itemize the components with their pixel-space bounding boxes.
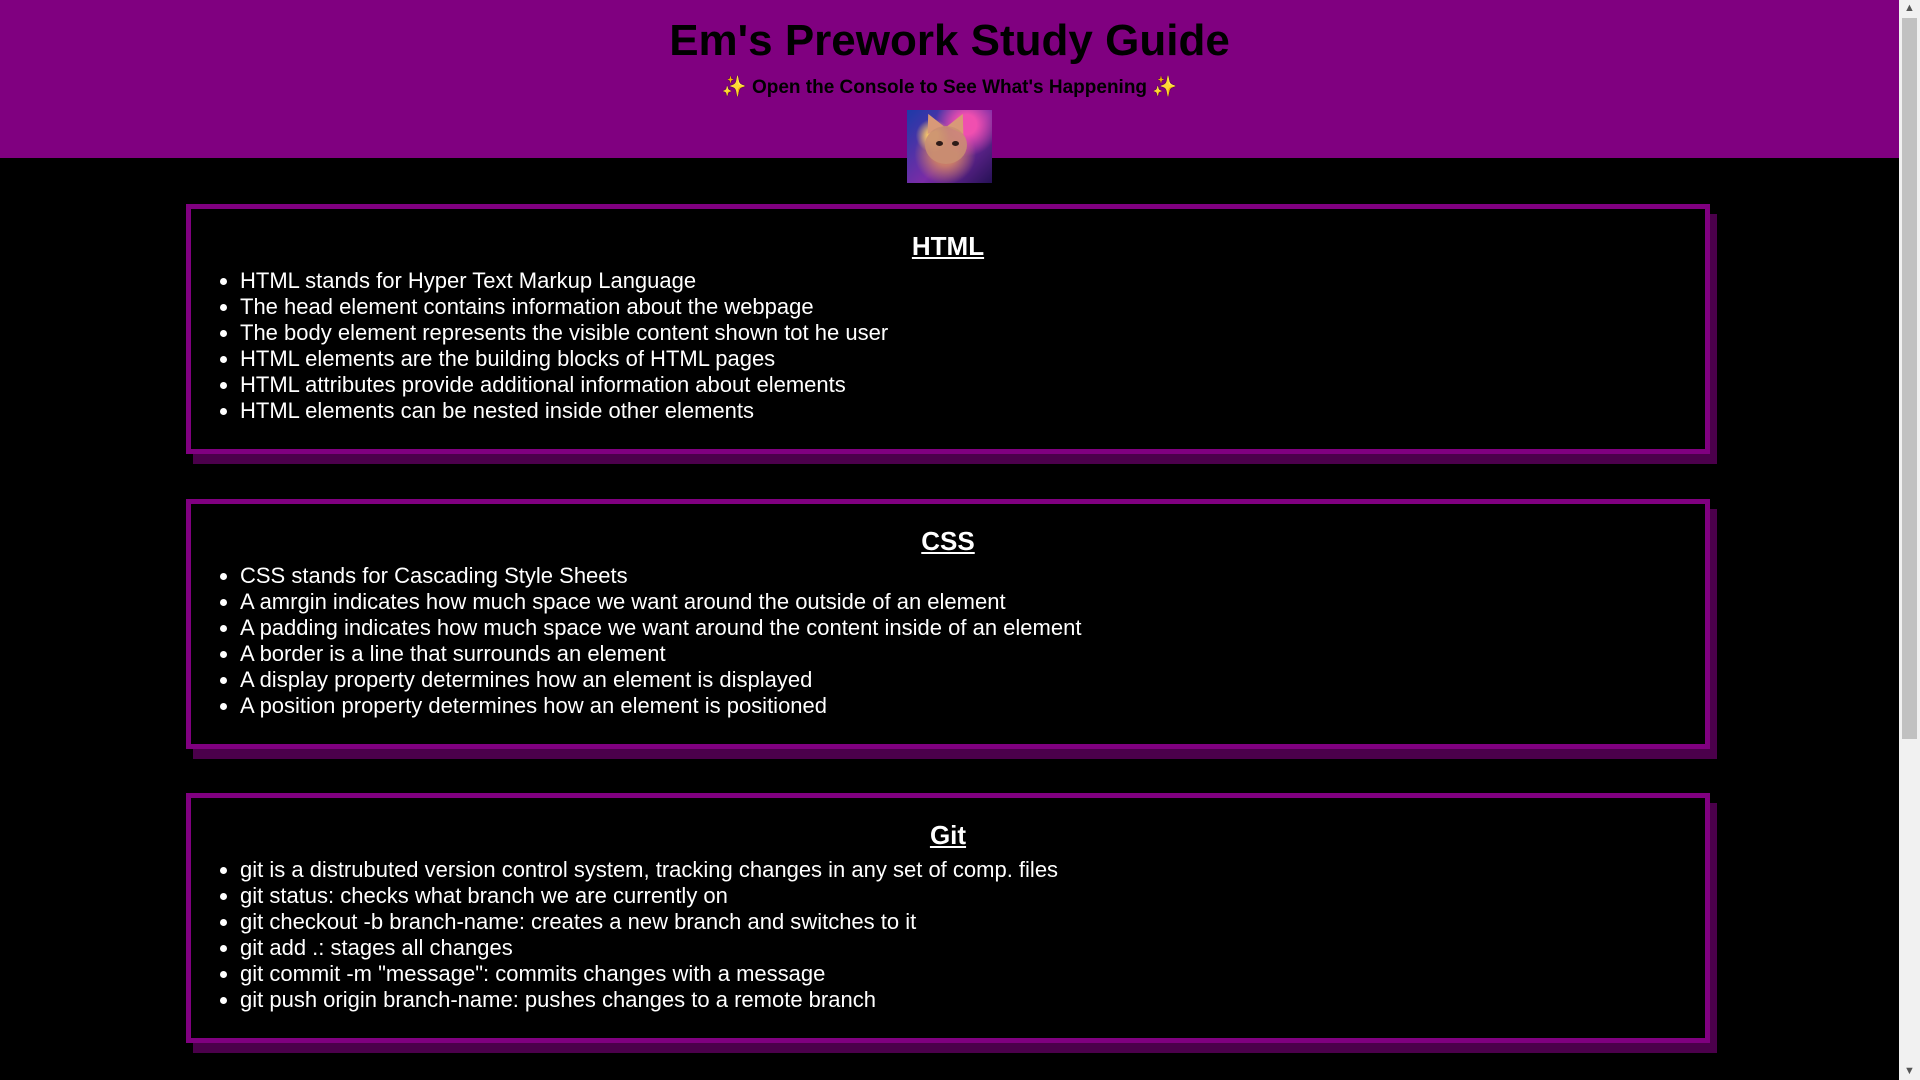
sparkles-icon: ✨ <box>721 76 747 98</box>
page-header: Em's Prework Study Guide ✨ Open the Cons… <box>0 0 1899 183</box>
console-hint: ✨ Open the Console to See What's Happeni… <box>0 75 1899 100</box>
section-title-git: Git <box>929 820 967 850</box>
section-title-css: CSS <box>921 526 975 556</box>
list-item: HTML attributes provide additional infor… <box>240 372 1705 398</box>
git-notes-list: git is a distrubuted version control sys… <box>191 857 1705 1013</box>
cat-image <box>907 110 992 183</box>
list-item: git is a distrubuted version control sys… <box>240 857 1705 883</box>
scroll-up-icon[interactable]: ▲ <box>1899 0 1920 17</box>
sparkles-icon: ✨ <box>1152 76 1178 98</box>
list-item: HTML elements can be nested inside other… <box>240 398 1705 424</box>
list-item: A amrgin indicates how much space we wan… <box>240 589 1705 615</box>
list-item: The body element represents the visible … <box>240 320 1705 346</box>
cat-face <box>925 126 967 164</box>
css-section: CSS CSS stands for Cascading Style Sheet… <box>186 499 1710 749</box>
list-item: git add .: stages all changes <box>240 935 1705 961</box>
list-item: git commit -m "message": commits changes… <box>240 961 1705 987</box>
cat-eye-left <box>936 141 943 146</box>
list-item: A display property determines how an ele… <box>240 667 1705 693</box>
list-item: A position property determines how an el… <box>240 693 1705 719</box>
list-item: CSS stands for Cascading Style Sheets <box>240 563 1705 589</box>
list-item: A border is a line that surrounds an ele… <box>240 641 1705 667</box>
list-item: git push origin branch-name: pushes chan… <box>240 987 1705 1013</box>
console-hint-text: Open the Console to See What's Happening <box>751 77 1148 98</box>
list-item: HTML elements are the building blocks of… <box>240 346 1705 372</box>
list-item: The head element contains information ab… <box>240 294 1705 320</box>
scrollbar-thumb[interactable] <box>1902 18 1917 739</box>
html-notes-list: HTML stands for Hyper Text Markup Langua… <box>191 268 1705 424</box>
git-section: Git git is a distrubuted version control… <box>186 793 1710 1043</box>
scroll-down-icon[interactable]: ▼ <box>1899 1063 1920 1080</box>
html-section: HTML HTML stands for Hyper Text Markup L… <box>186 204 1710 454</box>
list-item: A padding indicates how much space we wa… <box>240 615 1705 641</box>
vertical-scrollbar[interactable]: ▲ ▼ <box>1899 0 1920 1080</box>
cat-eye-right <box>952 141 959 146</box>
css-notes-list: CSS stands for Cascading Style Sheets A … <box>191 563 1705 719</box>
page-title: Em's Prework Study Guide <box>669 16 1230 65</box>
list-item: git checkout -b branch-name: creates a n… <box>240 909 1705 935</box>
list-item: git status: checks what branch we are cu… <box>240 883 1705 909</box>
list-item: HTML stands for Hyper Text Markup Langua… <box>240 268 1705 294</box>
section-title-html: HTML <box>911 231 985 261</box>
